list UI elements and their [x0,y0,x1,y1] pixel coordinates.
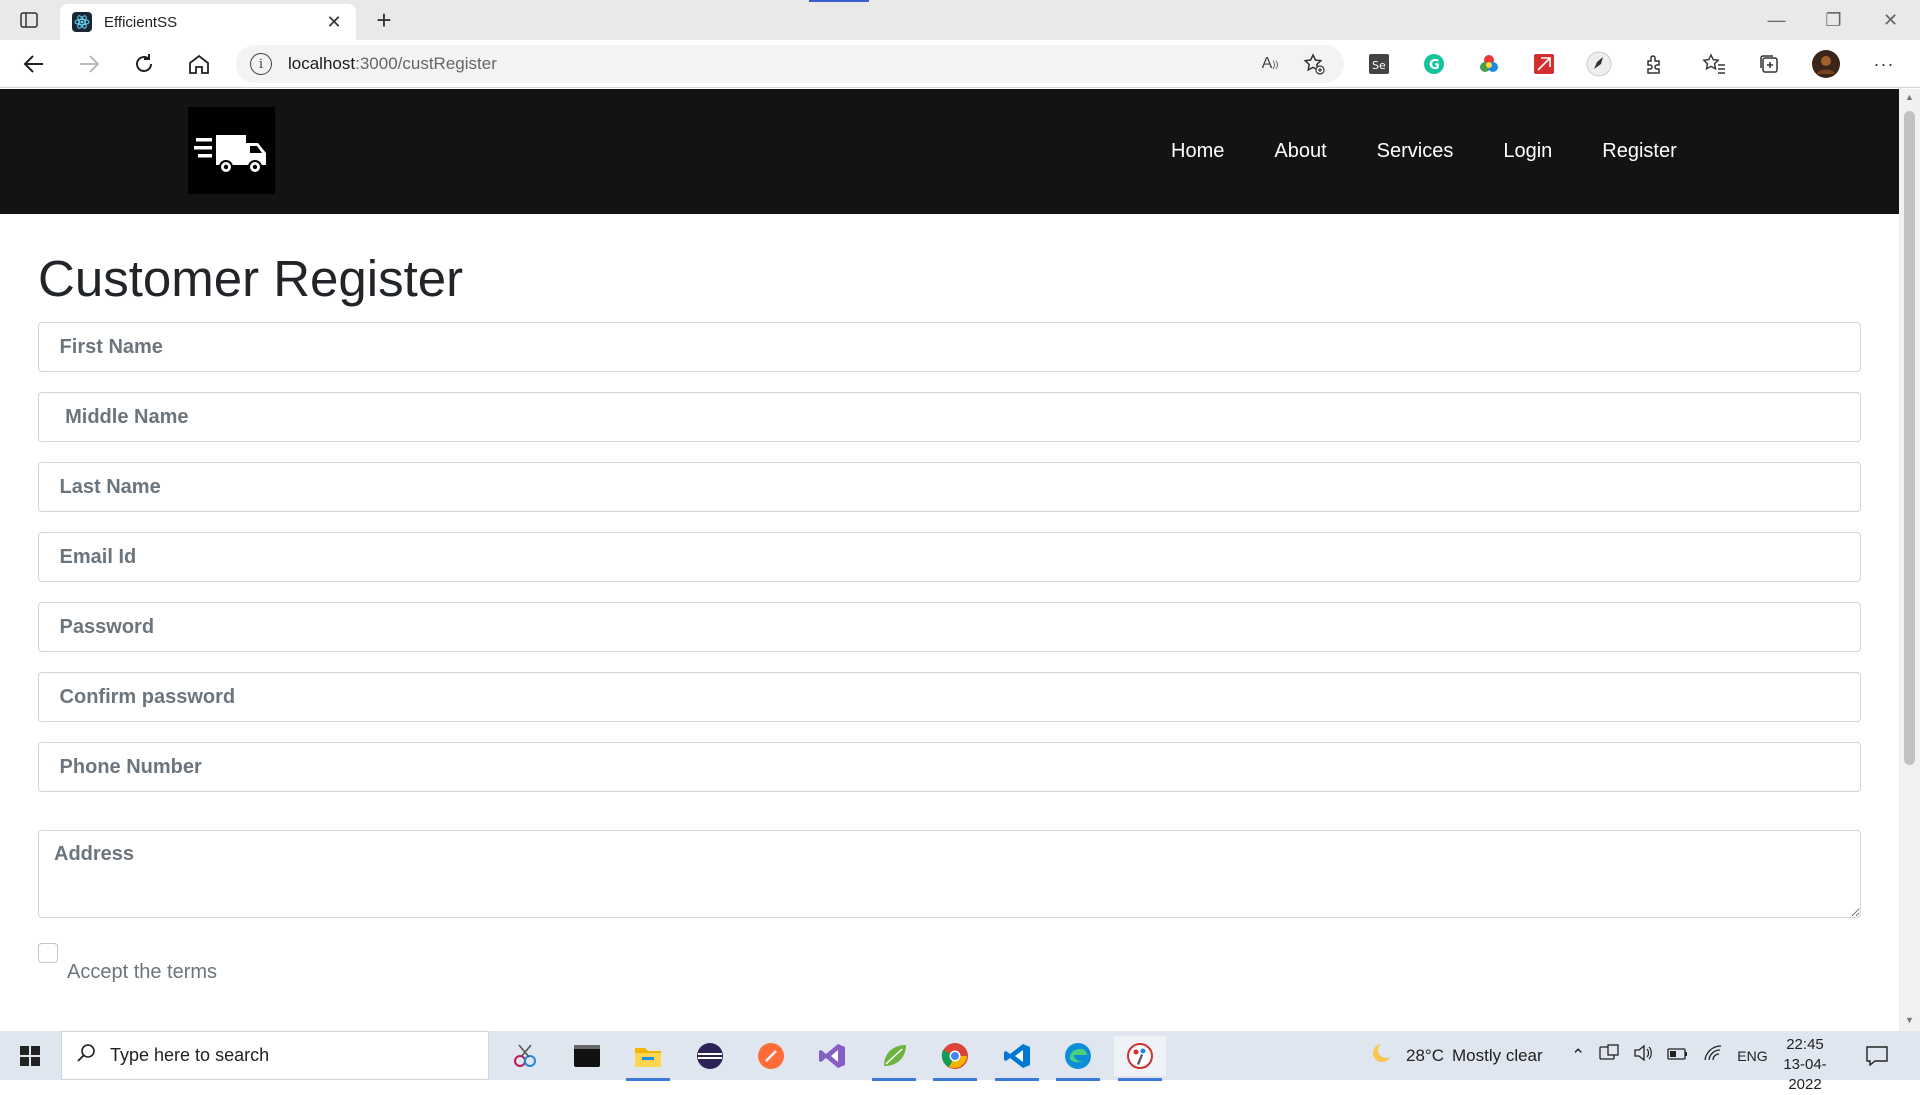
edge-icon[interactable] [1052,1036,1104,1081]
refresh-button[interactable] [128,48,160,80]
rocket-extension-icon[interactable] [1585,50,1613,78]
tab-title: EfficientSS [104,13,178,31]
clock-time: 22:45 [1786,1036,1824,1053]
more-menu-icon[interactable]: ··· [1870,50,1898,78]
wifi-icon[interactable] [1703,1044,1723,1067]
minimize-button[interactable]: — [1749,0,1804,40]
password-input[interactable] [38,602,1861,652]
grammarly-extension-icon[interactable]: G [1420,50,1448,78]
volume-icon[interactable] [1633,1044,1653,1067]
nav-about-link[interactable]: About [1274,140,1326,163]
site-header: Home About Services Login Register [0,89,1899,214]
accept-terms-checkbox[interactable] [38,943,58,963]
page-viewport: Home About Services Login Register Custo… [0,89,1899,1031]
url-text[interactable]: localhost:3000/custRegister [288,54,1242,74]
favorites-icon[interactable] [1700,50,1728,78]
back-button[interactable] [18,48,50,80]
site-nav: Home About Services Login Register [1171,89,1727,214]
site-info-icon[interactable]: i [250,53,272,75]
svg-text:G: G [1429,58,1440,73]
nav-login-link[interactable]: Login [1503,140,1552,163]
nav-register-link[interactable]: Register [1602,140,1676,163]
home-button[interactable] [183,48,215,80]
file-explorer-icon[interactable] [622,1036,674,1081]
language-indicator[interactable]: ENG [1737,1048,1767,1064]
postman-icon[interactable] [745,1036,797,1076]
chrome-icon[interactable] [929,1036,981,1081]
clock-date: 13-04-2022 [1783,1056,1827,1093]
spring-tool-suite-icon[interactable] [868,1036,920,1081]
clock[interactable]: 22:45 13-04-2022 [1770,1035,1840,1095]
truck-logo-icon[interactable] [188,107,275,194]
weather-widget[interactable]: 28°C Mostly clear [1370,1031,1543,1080]
address-textarea[interactable] [38,830,1861,918]
browser-toolbar: i localhost:3000/custRegister A)) Se G ·… [0,40,1920,88]
tab-efficientss[interactable]: EfficientSS ✕ [60,4,356,40]
page-title: Customer Register [38,250,464,307]
email-input[interactable] [38,532,1861,582]
close-tab-icon[interactable]: ✕ [324,12,344,33]
vscode-icon[interactable] [991,1036,1043,1081]
nav-services-link[interactable]: Services [1377,140,1454,163]
last-name-input[interactable] [38,462,1861,512]
notifications-icon[interactable] [1866,1031,1888,1080]
tab-actions-icon[interactable] [18,10,40,30]
snipping-tool-icon[interactable] [499,1036,551,1076]
svg-text:Se: Se [1372,59,1386,72]
read-aloud-icon[interactable]: A)) [1254,48,1286,80]
device-icon[interactable] [1599,1044,1619,1067]
weather-condition: Mostly clear [1451,1045,1543,1065]
system-tray: ⌃ ENG [1571,1031,1768,1080]
confirm-password-input[interactable] [38,672,1861,722]
weather-temperature: 28°C [1406,1045,1444,1065]
selenium-extension-icon[interactable]: Se [1365,50,1393,78]
close-window-button[interactable]: ✕ [1863,0,1918,40]
restore-button[interactable]: ❐ [1806,0,1861,40]
page-scrollbar[interactable]: ▲ ▼ [1899,89,1920,1031]
windows-taskbar: Type here to search 28°C Mostly clear ⌃ … [0,1031,1920,1093]
moon-cloud-icon [1370,1041,1394,1070]
search-placeholder: Type here to search [110,1045,270,1065]
middle-name-input[interactable] [38,392,1861,442]
pdf-extension-icon[interactable] [1530,50,1558,78]
collections-icon[interactable] [1755,50,1783,78]
react-favicon-icon [72,12,92,32]
add-favorite-icon[interactable] [1298,48,1330,80]
chevron-up-icon[interactable]: ⌃ [1571,1046,1585,1066]
nav-home-link[interactable]: Home [1171,140,1224,163]
scroll-down-arrow-icon[interactable]: ▼ [1904,1015,1915,1027]
forward-button[interactable] [73,48,105,80]
extensions-icon[interactable] [1640,50,1668,78]
visual-studio-icon[interactable] [806,1036,858,1076]
address-bar[interactable]: i localhost:3000/custRegister A)) [236,45,1344,83]
battery-icon[interactable] [1667,1046,1689,1066]
browser-window: EfficientSS ✕ + — ❐ ✕ i localhost:3000/c… [0,0,1920,1093]
scrollbar-thumb[interactable] [1904,111,1915,765]
phone-number-input[interactable] [38,742,1861,792]
eclipse-icon[interactable] [684,1036,736,1076]
new-tab-button[interactable]: + [370,6,398,34]
profile-avatar[interactable] [1812,50,1840,78]
search-icon [76,1043,96,1069]
first-name-input[interactable] [38,322,1861,372]
terminal-icon[interactable] [561,1036,613,1076]
accept-terms-label[interactable]: Accept the terms [67,961,217,984]
taskbar-search-box[interactable]: Type here to search [61,1031,489,1080]
tab-indicator [809,0,869,2]
scroll-up-arrow-icon[interactable]: ▲ [1904,92,1915,104]
tab-bar: EfficientSS ✕ + — ❐ ✕ [0,0,1920,40]
color-picker-extension-icon[interactable] [1475,50,1503,78]
paint-app-icon[interactable] [1114,1036,1166,1081]
windows-start-icon[interactable] [0,1031,60,1080]
